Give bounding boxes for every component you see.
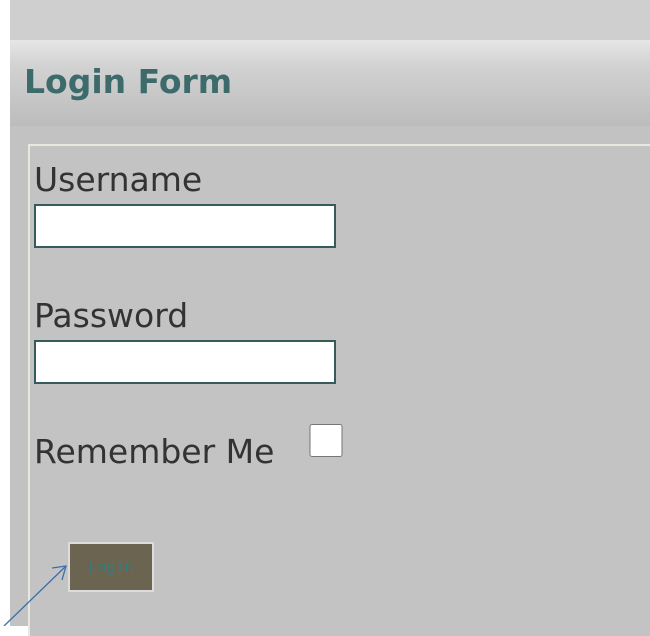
form-panel: Username Password Remember Me Login — [10, 126, 650, 636]
page-title: Login Form — [24, 62, 233, 101]
top-strip — [10, 0, 650, 40]
password-label: Password — [34, 296, 189, 335]
username-label: Username — [34, 160, 203, 199]
username-field[interactable] — [34, 204, 336, 248]
remember-me-checkbox[interactable] — [308, 424, 344, 457]
login-button[interactable]: Login — [68, 542, 154, 592]
form-header: Login Form — [10, 40, 650, 127]
remember-me-label: Remember Me — [34, 432, 275, 471]
login-form: Username Password Remember Me Login — [28, 144, 650, 636]
password-field[interactable] — [34, 340, 336, 384]
